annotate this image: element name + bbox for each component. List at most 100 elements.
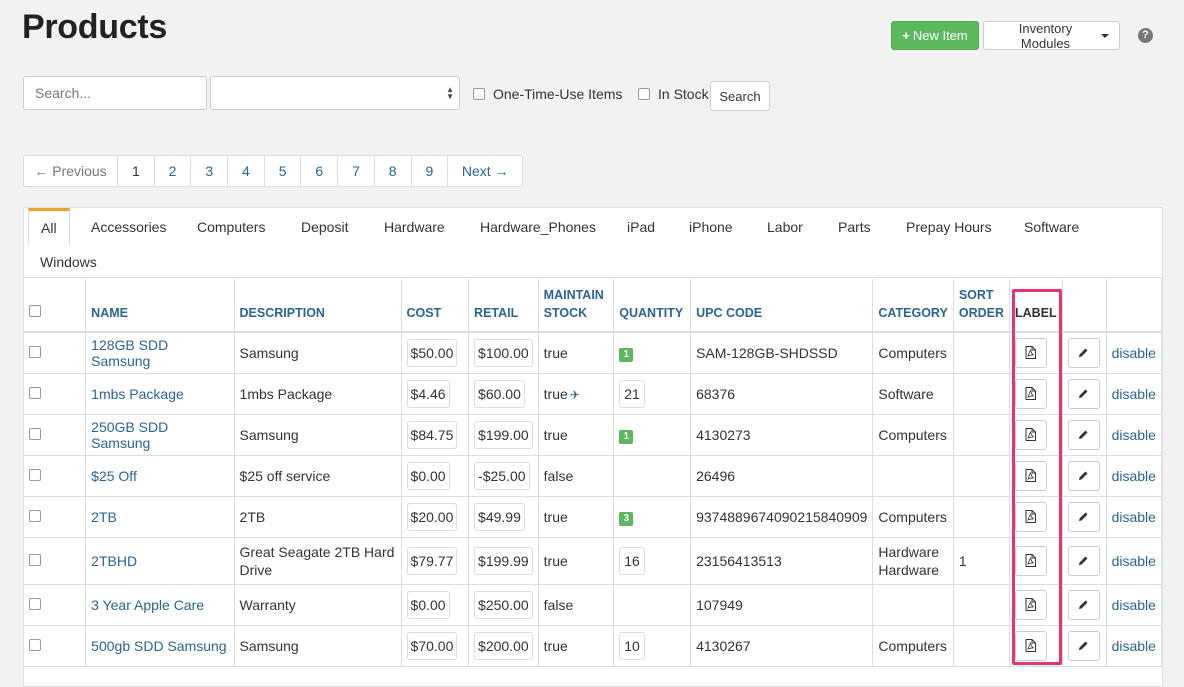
row-checkbox[interactable] (29, 468, 41, 481)
column-header-upc[interactable]: UPC CODE (690, 279, 874, 333)
previous-page-link[interactable]: ← Previous (24, 156, 118, 186)
maintain-stock-cell: true (538, 414, 615, 456)
tab-all[interactable]: All (28, 208, 70, 245)
tab-parts[interactable]: Parts (838, 219, 871, 235)
pdf-label-button[interactable] (1014, 589, 1047, 620)
page-link[interactable]: 1 (118, 156, 155, 186)
edit-button[interactable] (1067, 337, 1100, 368)
disable-link[interactable]: disable (1112, 427, 1156, 443)
column-header-category[interactable]: CATEGORY (872, 279, 954, 333)
column-header-cost[interactable]: COST (401, 279, 470, 333)
cost-cell: $20.00 (401, 496, 470, 538)
product-name-link[interactable]: 250GB SDD Samsung (85, 414, 235, 456)
page-link[interactable]: 8 (375, 156, 412, 186)
tab-deposit[interactable]: Deposit (301, 219, 348, 235)
search-input[interactable] (23, 76, 207, 110)
row-checkbox[interactable] (29, 427, 41, 440)
row-checkbox[interactable] (29, 597, 41, 610)
disable-link[interactable]: disable (1112, 509, 1156, 525)
category-select[interactable]: ▲ ▼ (210, 76, 460, 110)
disable-link[interactable]: disable (1112, 345, 1156, 361)
inventory-modules-dropdown[interactable]: Inventory Modules (983, 21, 1120, 51)
product-name-link[interactable]: 2TBHD (85, 537, 235, 585)
in-stock-checkbox[interactable] (638, 88, 650, 100)
cost-cell: $4.46 (401, 373, 470, 415)
help-icon[interactable]: ? (1138, 28, 1153, 43)
column-header-maintain-stock[interactable]: MAINTAIN STOCK (538, 279, 615, 333)
product-name-link[interactable]: $25 Off (85, 455, 235, 497)
page-link[interactable]: 2 (155, 156, 192, 186)
plus-icon: + (902, 28, 910, 43)
row-checkbox[interactable] (29, 345, 41, 358)
column-header-name[interactable]: NAME (85, 279, 235, 333)
upc-code: 4130273 (690, 414, 874, 456)
sort-order-value (953, 373, 1010, 415)
product-name-link[interactable]: 500gb SDD Samsung (85, 625, 235, 667)
row-checkbox[interactable] (29, 386, 41, 399)
label-cell (1009, 455, 1063, 497)
row-checkbox[interactable] (29, 509, 41, 522)
row-select-cell (24, 414, 87, 456)
pdf-label-button[interactable] (1014, 630, 1047, 661)
product-name-link[interactable]: 2TB (85, 496, 235, 538)
tab-computers[interactable]: Computers (197, 219, 265, 235)
disable-link[interactable]: disable (1112, 597, 1156, 613)
pdf-label-button[interactable] (1014, 501, 1047, 532)
tab-windows[interactable]: Windows (40, 254, 97, 270)
tab-iphone[interactable]: iPhone (689, 219, 733, 235)
edit-button[interactable] (1067, 545, 1100, 576)
edit-button[interactable] (1067, 378, 1100, 409)
column-header-description[interactable]: DESCRIPTION (234, 279, 402, 333)
column-header-sort-order[interactable]: SORT ORDER (953, 279, 1010, 333)
maintain-stock-value: true (543, 637, 568, 654)
page-link[interactable]: 6 (301, 156, 339, 186)
next-page-link[interactable]: Next → (448, 156, 522, 186)
page-link[interactable]: 3 (191, 156, 229, 186)
edit-button[interactable] (1067, 419, 1100, 450)
tab-prepay-hours[interactable]: Prepay Hours (906, 219, 992, 235)
pdf-label-button[interactable] (1014, 419, 1047, 450)
edit-button[interactable] (1067, 501, 1100, 532)
disable-link[interactable]: disable (1112, 553, 1156, 569)
edit-button[interactable] (1067, 630, 1100, 661)
pdf-label-button[interactable] (1014, 378, 1047, 409)
one-time-use-filter[interactable]: One-Time-Use Items (473, 86, 622, 102)
pdf-label-button[interactable] (1014, 545, 1047, 576)
page-link[interactable]: 5 (265, 156, 302, 186)
page-link[interactable]: 4 (228, 156, 265, 186)
pdf-label-button[interactable] (1014, 337, 1047, 368)
select-all-checkbox[interactable] (29, 305, 41, 317)
maintain-stock-value: false (543, 467, 574, 484)
one-time-use-checkbox[interactable] (473, 88, 485, 100)
tab-accessories[interactable]: Accessories (91, 219, 166, 235)
tab-software[interactable]: Software (1024, 219, 1079, 235)
column-header-quantity[interactable]: QUANTITY (613, 279, 692, 333)
cost-value: $0.00 (406, 461, 450, 490)
in-stock-filter[interactable]: In Stock (638, 86, 709, 102)
tab-ipad[interactable]: iPad (627, 219, 655, 235)
column-header-retail[interactable]: RETAIL (468, 279, 539, 333)
row-checkbox[interactable] (29, 553, 41, 566)
edit-button[interactable] (1067, 589, 1100, 620)
product-name-link[interactable]: 128GB SDD Samsung (85, 332, 235, 374)
product-description: Samsung (234, 414, 402, 456)
maintain-stock-value: true (543, 552, 568, 569)
tab-labor[interactable]: Labor (767, 219, 803, 235)
disable-cell: disable (1106, 332, 1163, 374)
page-link[interactable]: 9 (412, 156, 449, 186)
disable-link[interactable]: disable (1112, 638, 1156, 654)
retail-cell: $199.99 (468, 537, 539, 585)
search-button[interactable]: Search (710, 81, 770, 111)
tab-hardware[interactable]: Hardware (384, 219, 445, 235)
disable-link[interactable]: disable (1112, 468, 1156, 484)
row-checkbox[interactable] (29, 638, 41, 651)
quantity-cell: 1 (613, 332, 692, 374)
product-name-link[interactable]: 3 Year Apple Care (85, 584, 235, 626)
new-item-button[interactable]: + New Item (891, 21, 979, 50)
tab-hardware-phones[interactable]: Hardware_Phones (480, 219, 596, 235)
page-link[interactable]: 7 (338, 156, 375, 186)
disable-link[interactable]: disable (1112, 386, 1156, 402)
product-name-link[interactable]: 1mbs Package (85, 373, 235, 415)
edit-button[interactable] (1067, 460, 1100, 491)
pdf-label-button[interactable] (1014, 460, 1047, 491)
